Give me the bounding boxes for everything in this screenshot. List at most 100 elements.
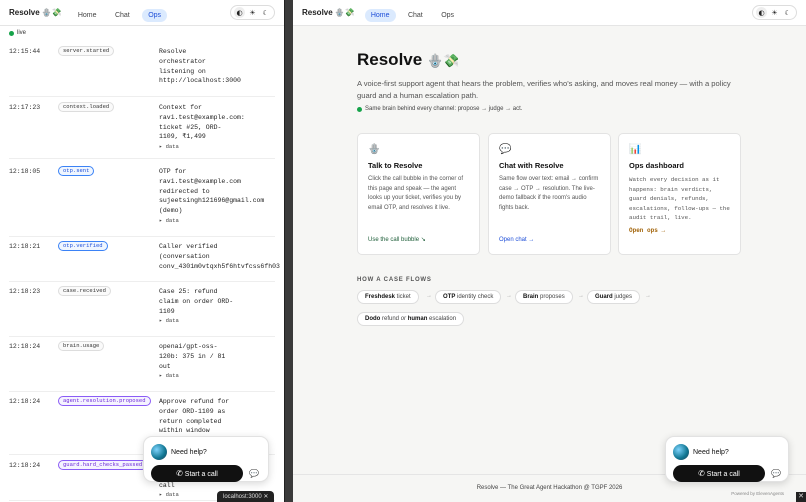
brand-logo[interactable]: Resolve 🪬💸 xyxy=(302,8,355,17)
flow-step: Brain proposes xyxy=(515,290,573,304)
flow-step-rest: judges xyxy=(612,294,633,300)
event-text: call xyxy=(159,481,175,489)
powered-by[interactable]: Powered by ElevenAgents xyxy=(731,491,784,496)
right-navbar: Resolve 🪬💸 Home Chat Ops ◐ ☀ ☾ xyxy=(293,0,806,26)
card-chat[interactable]: 💬 Chat with Resolve Same flow over text:… xyxy=(488,133,611,255)
flow-step: Dodo refund or human escalation xyxy=(357,312,465,326)
card-body: Click the call bubble in the corner of t… xyxy=(368,176,464,211)
nav-chat[interactable]: Chat xyxy=(109,9,136,22)
live-indicator: live xyxy=(0,26,284,40)
nav: Home Chat Ops xyxy=(364,4,462,22)
flow-step-rest: identity check xyxy=(455,294,494,300)
event-message: Approve refund for order ORD-1109 as ret… xyxy=(159,397,284,436)
title-emoji: 🪬💸 xyxy=(426,54,460,69)
event-data-toggle[interactable]: ▸ data xyxy=(159,216,284,226)
light-theme-icon[interactable]: ☀ xyxy=(769,7,780,18)
dark-theme-icon[interactable]: ☾ xyxy=(782,7,793,18)
nav-home[interactable]: Home xyxy=(364,8,396,22)
card-talk[interactable]: 🪬 Talk to Resolve Click the call bubble … xyxy=(357,133,480,255)
event-type-badge: otp.sent xyxy=(58,166,95,176)
chat-bubble-icon[interactable]: 💬 xyxy=(249,469,259,478)
card-body: Watch every decision as it happens: brai… xyxy=(629,176,730,221)
event-text: Resolve orchestrator listening on http:/… xyxy=(159,48,241,85)
chat-bubble-icon[interactable]: 💬 xyxy=(771,469,781,478)
event-text: Case 25: refund claim on order ORD- 1109 xyxy=(159,288,234,315)
card-ops[interactable]: 📊 Ops dashboard Watch every decision as … xyxy=(618,133,741,255)
light-theme-icon[interactable]: ☀ xyxy=(247,7,258,18)
start-call-label: Start a call xyxy=(706,471,740,478)
event-message: openai/gpt-oss- 120b: 375 in / 81 out ▸ d… xyxy=(159,342,284,381)
start-call-button[interactable]: ✆ Start a call xyxy=(673,465,765,482)
flow-step-bold: Freshdesk xyxy=(365,294,396,300)
event-time: 12:18:23 xyxy=(9,288,41,295)
flow-step-bold: Brain xyxy=(523,294,539,300)
event-text: openai/gpt-oss- 120b: 375 in / 81 out xyxy=(159,343,226,370)
nav-ops[interactable]: Ops xyxy=(435,9,460,22)
event-message: Resolve orchestrator listening on http:/… xyxy=(159,47,284,86)
help-widget: Need help? ✆ Start a call 💬 xyxy=(143,436,269,482)
event-data-toggle[interactable]: ▸ data xyxy=(159,371,284,381)
flow-step-bold: OTP xyxy=(443,294,456,300)
event-type-badge: otp.verified xyxy=(58,241,108,251)
event-text: OTP for ravi.test@example.com redirected… xyxy=(159,168,265,215)
speech-bubble-icon: 💬 xyxy=(499,144,512,155)
hamsa-icon: 🪬 xyxy=(368,144,381,155)
flow-arrow-icon: → xyxy=(645,293,651,299)
left-navbar: Resolve 🪬💸 Home Chat Ops ◐ ☀ ☾ xyxy=(0,0,284,26)
intro-text: A voice-first support agent that hears t… xyxy=(357,79,731,100)
flow-step: OTP identity check xyxy=(435,290,502,304)
event-message: Context for ravi.test@example.com: ticke… xyxy=(159,103,284,152)
close-icon[interactable]: ✕ xyxy=(263,494,268,500)
title-text: Resolve xyxy=(357,50,423,69)
event-time: 12:18:24 xyxy=(9,398,41,405)
event-text: Approve refund for order ORD-1109 as ret… xyxy=(159,398,230,435)
event-row: 12:18:24 brain.usage openai/gpt-oss- 120b:… xyxy=(9,341,275,392)
event-type-badge: server.started xyxy=(58,46,115,56)
brand-logo[interactable]: Resolve 🪬💸 xyxy=(9,8,62,17)
phone-icon: ✆ xyxy=(698,469,705,478)
dark-theme-icon[interactable]: ☾ xyxy=(260,7,271,18)
flow-step-bold: Guard xyxy=(595,294,613,300)
event-row: 12:18:23 case.received Case 25: refund cla… xyxy=(9,286,275,337)
event-row: 12:18:21 otp.verified Caller verified (con… xyxy=(9,241,280,282)
page-title: Resolve 🪬💸 xyxy=(357,50,459,70)
close-icon[interactable]: ✕ xyxy=(796,492,806,502)
live-dot-icon xyxy=(9,30,14,36)
event-text: Context for ravi.test@example.com: ticke… xyxy=(159,104,245,141)
brain-text: Same brain behind every channel: propose… xyxy=(365,106,523,112)
bar-chart-icon: 📊 xyxy=(629,144,642,155)
call-bubble-link[interactable]: Use the call bubble ↘ xyxy=(368,236,426,243)
live-label: live xyxy=(17,30,27,36)
auto-theme-icon[interactable]: ◐ xyxy=(756,7,767,18)
nav-chat[interactable]: Chat xyxy=(402,9,429,22)
card-title: Ops dashboard xyxy=(629,161,685,170)
event-data-toggle[interactable]: ▸ data xyxy=(159,142,284,152)
status-url-text: localhost:3000 xyxy=(223,494,262,500)
start-call-label: Start a call xyxy=(184,471,218,478)
event-message: Case 25: refund claim on order ORD- 1109… xyxy=(159,287,284,326)
event-time: 12:18:24 xyxy=(9,462,41,469)
event-message: OTP for ravi.test@example.com redirected… xyxy=(159,167,284,226)
event-time: 12:17:23 xyxy=(9,104,41,111)
help-widget: Need help? ✆ Start a call 💬 xyxy=(665,436,789,482)
agent-avatar xyxy=(673,444,689,460)
open-ops-link[interactable]: Open ops → xyxy=(629,227,665,234)
start-call-button[interactable]: ✆ Start a call xyxy=(151,465,243,482)
auto-theme-icon[interactable]: ◐ xyxy=(234,7,245,18)
card-body: Same flow over text: email → confirm cas… xyxy=(499,176,599,211)
event-data-toggle[interactable]: ▸ data xyxy=(159,316,284,326)
open-chat-link[interactable]: Open chat → xyxy=(499,237,534,243)
card-title: Talk to Resolve xyxy=(368,161,423,170)
flow-step-rest: proposes xyxy=(538,294,565,300)
nav-home[interactable]: Home xyxy=(72,9,103,22)
event-type-badge: guard.hard_checks_passed xyxy=(58,460,148,470)
brain-line: Same brain behind every channel: propose… xyxy=(357,106,522,112)
home-pane: Resolve 🪬💸 Home Chat Ops ◐ ☀ ☾ Resolve 🪬… xyxy=(293,0,806,502)
event-type-badge: brain.usage xyxy=(58,341,105,351)
flow-step-rest: ticket xyxy=(395,294,411,300)
nav-ops[interactable]: Ops xyxy=(142,8,168,22)
phone-icon: ✆ xyxy=(176,469,183,478)
card-title: Chat with Resolve xyxy=(499,161,564,170)
event-type-badge: agent.resolution.proposed xyxy=(58,396,151,406)
event-type-badge: context.loaded xyxy=(58,102,115,112)
